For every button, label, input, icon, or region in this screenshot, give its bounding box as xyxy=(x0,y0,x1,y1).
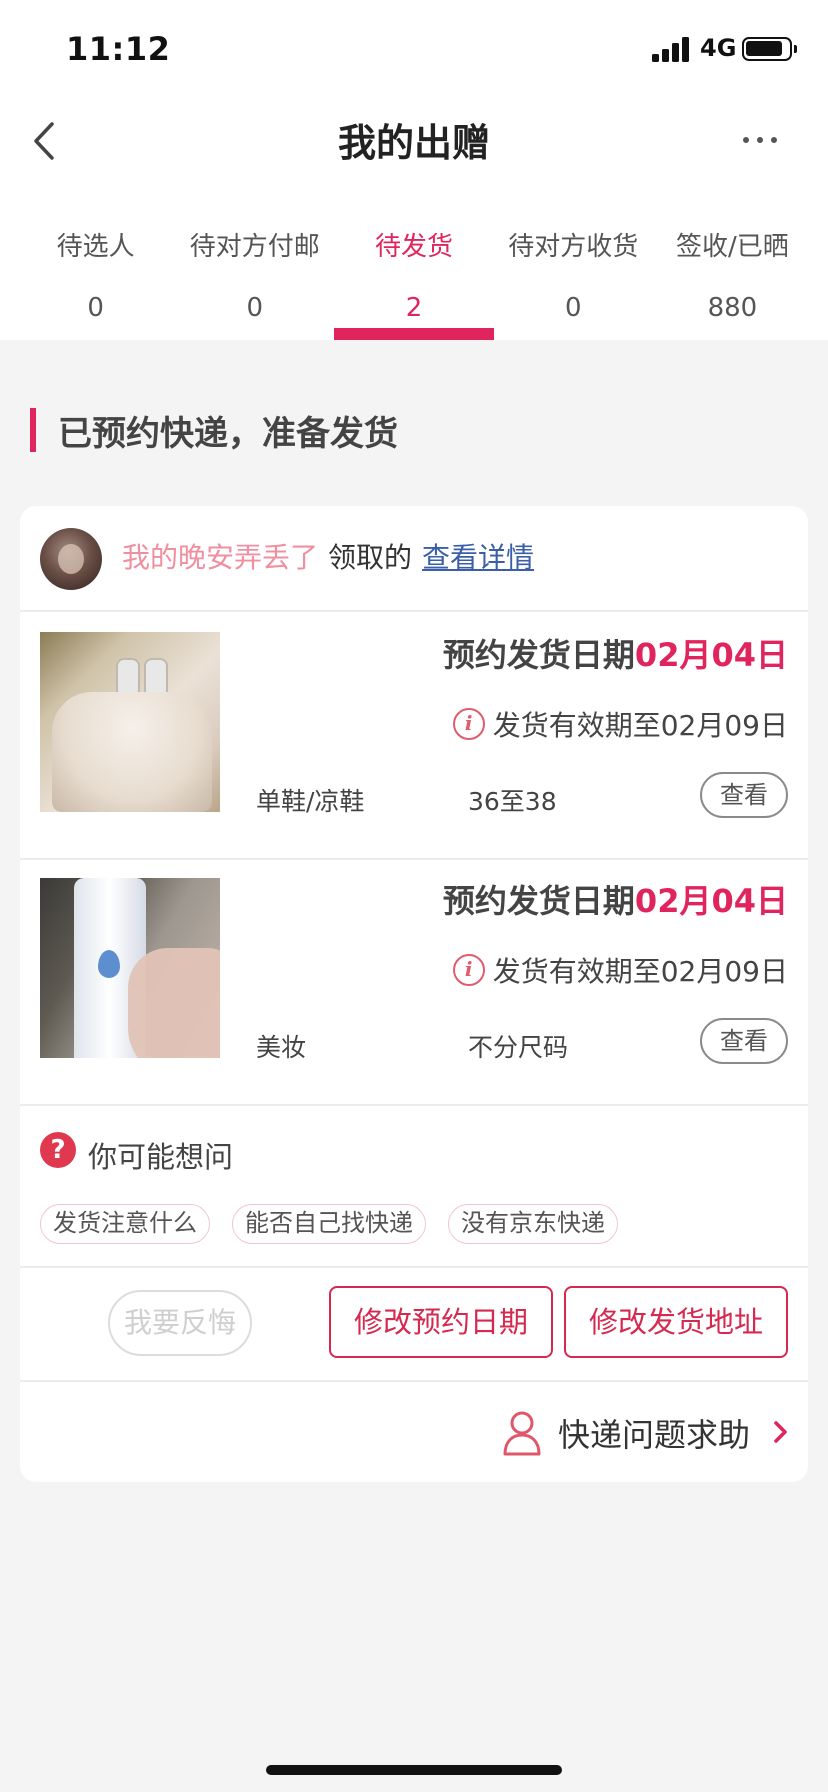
faq-chip[interactable]: 没有京东快递 xyxy=(448,1204,618,1244)
user-icon xyxy=(503,1411,541,1456)
ship-date-label: 预约发货日期 xyxy=(442,636,635,674)
item-size: 不分尺码 xyxy=(468,1033,569,1062)
faq-chip[interactable]: 能否自己找快递 xyxy=(232,1204,426,1244)
courier-help-label: 快递问题求助 xyxy=(558,1416,751,1454)
action-row: 我要反悔 修改预约日期 修改发货地址 xyxy=(20,1266,808,1378)
item-photo[interactable] xyxy=(40,878,220,1058)
ship-date-label: 预约发货日期 xyxy=(442,882,635,920)
signal-icon xyxy=(652,36,692,62)
item-category: 单鞋/凉鞋 xyxy=(256,787,365,816)
receiver-row: 我的晚安弄丢了 领取的 查看详情 xyxy=(20,506,808,610)
ship-date-value: 02月04日 xyxy=(634,636,788,674)
more-button[interactable] xyxy=(740,122,780,162)
ship-validity: i 发货有效期至02月09日 xyxy=(452,950,788,990)
change-address-button[interactable]: 修改发货地址 xyxy=(564,1286,788,1358)
faq-chips: 发货注意什么 能否自己找快递 没有京东快递 xyxy=(40,1204,618,1244)
status-time: 11:12 xyxy=(66,30,171,68)
drop-shape xyxy=(98,950,120,978)
tab-count: 880 xyxy=(707,293,758,323)
section-accent-bar xyxy=(30,408,36,452)
tab-label: 待选人 xyxy=(56,232,135,262)
tab-count: 2 xyxy=(405,293,423,323)
ship-date: 预约发货日期02月04日 xyxy=(443,876,788,922)
change-date-button[interactable]: 修改预约日期 xyxy=(329,1286,553,1358)
item-photo[interactable] xyxy=(40,632,220,812)
chevron-right-icon xyxy=(774,1421,787,1443)
regret-button[interactable]: 我要反悔 xyxy=(108,1290,252,1356)
order-item: 预约发货日期02月04日 i 发货有效期至02月09日 美妆 不分尺码 查看 xyxy=(20,858,808,1104)
ship-date-value: 02月04日 xyxy=(634,882,788,920)
courier-help-row[interactable]: 快递问题求助 xyxy=(20,1380,808,1482)
tab-label: 待对方付邮 xyxy=(189,232,320,262)
dress-shape xyxy=(52,692,212,812)
ship-validity: i 发货有效期至02月09日 xyxy=(452,704,788,744)
question-icon: ? xyxy=(40,1132,76,1168)
network-label: 4G xyxy=(700,34,737,62)
ship-validity-text: 发货有效期至02月09日 xyxy=(492,709,788,742)
receiver-line: 我的晚安弄丢了 领取的 查看详情 xyxy=(122,536,534,576)
tab-pending-postage[interactable]: 待对方付邮 0 xyxy=(175,222,334,340)
tab-pending-select[interactable]: 待选人 0 xyxy=(16,222,175,340)
page-title: 我的出赠 xyxy=(337,121,490,165)
tab-pending-receipt[interactable]: 待对方收货 0 xyxy=(494,222,653,340)
tab-pending-shipment[interactable]: 待发货 2 xyxy=(334,222,494,340)
section-title: 已预约快递，准备发货 xyxy=(58,414,398,454)
faq-chip[interactable]: 发货注意什么 xyxy=(40,1204,210,1244)
ship-date: 预约发货日期02月04日 xyxy=(443,630,788,676)
more-dots-icon xyxy=(743,137,777,143)
tab-label: 签收/已晒 xyxy=(676,232,789,262)
faq-section: ? 你可能想问 发货注意什么 能否自己找快递 没有京东快递 xyxy=(20,1102,808,1264)
status-bar: 11:12 4G xyxy=(0,0,828,100)
avatar[interactable] xyxy=(40,528,102,590)
tab-count: 0 xyxy=(564,293,582,323)
info-icon: i xyxy=(452,954,485,986)
item-size: 36至38 xyxy=(468,787,557,816)
tab-count: 0 xyxy=(87,293,104,323)
battery-icon xyxy=(742,37,797,61)
receiver-name[interactable]: 我的晚安弄丢了 xyxy=(122,541,318,574)
receiver-action: 领取的 xyxy=(328,541,413,574)
tab-label: 待发货 xyxy=(375,232,454,262)
view-button[interactable]: 查看 xyxy=(700,772,788,818)
order-card: 我的晚安弄丢了 领取的 查看详情 预约发货日期02月04日 i 发货有效期至02月09… xyxy=(20,506,808,1482)
view-button[interactable]: 查看 xyxy=(700,1018,788,1064)
faq-title: 你可能想问 xyxy=(88,1140,234,1174)
tab-label: 待对方收货 xyxy=(508,232,639,262)
item-category: 美妆 xyxy=(256,1033,307,1062)
status-tabs: 待选人 0 待对方付邮 0 待发货 2 待对方收货 0 签收/已晒 880 xyxy=(16,222,812,340)
hand-shape xyxy=(128,948,220,1058)
view-details-link[interactable]: 查看详情 xyxy=(422,541,534,574)
tab-signed-shared[interactable]: 签收/已晒 880 xyxy=(653,222,812,340)
ship-validity-text: 发货有效期至02月09日 xyxy=(492,955,788,988)
info-icon: i xyxy=(452,708,485,740)
tab-count: 0 xyxy=(246,293,264,323)
home-indicator[interactable] xyxy=(266,1765,562,1775)
order-item: 预约发货日期02月04日 i 发货有效期至02月09日 单鞋/凉鞋 36至38 查… xyxy=(20,612,808,858)
